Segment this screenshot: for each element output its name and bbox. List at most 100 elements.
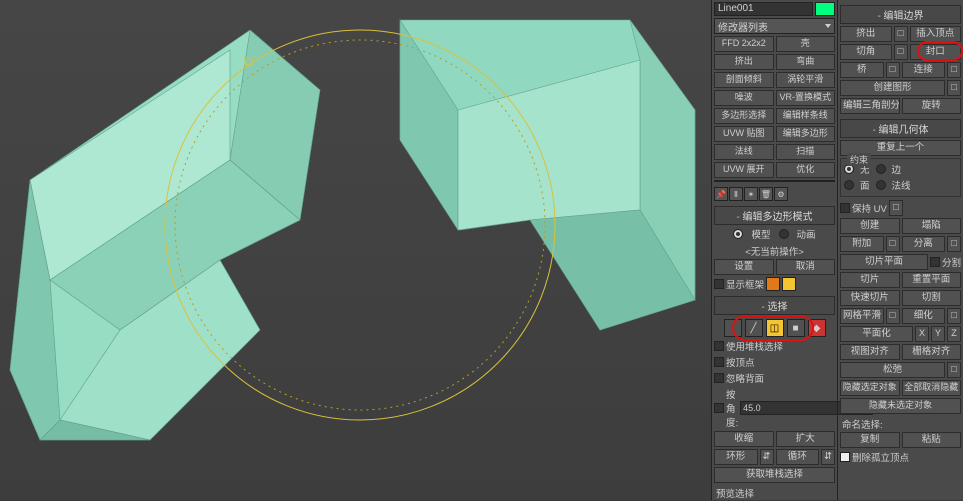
- by-angle-check[interactable]: [714, 403, 724, 413]
- show-end-icon[interactable]: Ⅱ: [729, 187, 743, 201]
- radio-model[interactable]: [733, 229, 743, 239]
- relax-button[interactable]: 松弛: [840, 362, 945, 378]
- mod-btn[interactable]: 法线: [714, 144, 774, 160]
- ignore-backface-check[interactable]: [714, 373, 724, 383]
- mod-btn[interactable]: 弯曲: [776, 54, 836, 70]
- mod-btn[interactable]: UVW 展开: [714, 162, 774, 178]
- mod-btn[interactable]: 涡轮平滑: [776, 72, 836, 88]
- shrink-button[interactable]: 收缩: [714, 431, 774, 447]
- detach-settings[interactable]: □: [947, 236, 961, 252]
- subobj-border[interactable]: ◫: [766, 319, 784, 337]
- mod-btn[interactable]: UVW 贴图: [714, 126, 774, 142]
- view-align-button[interactable]: 视图对齐: [840, 344, 900, 360]
- extrude-button[interactable]: 挤出: [840, 26, 892, 42]
- create-shape-settings[interactable]: □: [947, 80, 961, 96]
- loop-button[interactable]: 循环: [776, 449, 820, 465]
- chamfer-settings[interactable]: □: [894, 44, 908, 60]
- planar-y[interactable]: Y: [931, 326, 945, 342]
- hide-unsel-button[interactable]: 隐藏未选定对象: [840, 398, 961, 414]
- slice-plane-button[interactable]: 切片平面: [840, 254, 928, 270]
- del-iso-check[interactable]: [840, 452, 850, 462]
- mod-btn[interactable]: 优化: [776, 162, 836, 178]
- ring-spinner[interactable]: ⇵: [760, 449, 774, 465]
- detach-button[interactable]: 分离: [902, 236, 946, 252]
- mod-btn[interactable]: 编辑多边形: [776, 126, 836, 142]
- split-check[interactable]: [930, 257, 940, 267]
- rollout-edit-poly-mode[interactable]: 编辑多边形模式: [714, 206, 835, 225]
- connect-button[interactable]: 连接: [902, 62, 946, 78]
- mod-btn[interactable]: VR-置换模式: [776, 90, 836, 106]
- commit-button[interactable]: 设置: [714, 259, 774, 275]
- ring-button[interactable]: 环形: [714, 449, 758, 465]
- preserve-uv-check[interactable]: [840, 203, 850, 213]
- mod-btn[interactable]: 噪波: [714, 90, 774, 106]
- connect-settings[interactable]: □: [947, 62, 961, 78]
- mod-btn[interactable]: 剖面倾斜: [714, 72, 774, 88]
- attach-button[interactable]: 附加: [840, 236, 884, 252]
- create-shape-button[interactable]: 创建图形: [840, 80, 945, 96]
- object-color-swatch[interactable]: [815, 2, 835, 16]
- mod-btn[interactable]: FFD 2x2x2: [714, 36, 774, 52]
- collapse-button[interactable]: 塌陷: [902, 218, 962, 234]
- preserve-uv-settings[interactable]: □: [889, 200, 903, 216]
- attach-list[interactable]: □: [886, 236, 900, 252]
- reset-plane-button[interactable]: 重置平面: [902, 272, 962, 288]
- turn-button[interactable]: 旋转: [902, 98, 962, 114]
- grid-align-button[interactable]: 栅格对齐: [902, 344, 962, 360]
- mod-btn[interactable]: 扫描: [776, 144, 836, 160]
- extrude-settings[interactable]: □: [894, 26, 908, 42]
- rollout-edit-border[interactable]: 编辑边界: [840, 5, 961, 24]
- create-button[interactable]: 创建: [840, 218, 900, 234]
- quickslice-button[interactable]: 快速切片: [840, 290, 900, 306]
- bridge-button[interactable]: 桥: [840, 62, 884, 78]
- copy-button[interactable]: 复制: [840, 432, 900, 448]
- tess-settings[interactable]: □: [947, 308, 961, 324]
- grow-button[interactable]: 扩大: [776, 431, 836, 447]
- msmooth-settings[interactable]: □: [886, 308, 900, 324]
- subobj-poly[interactable]: ■: [787, 319, 805, 337]
- show-cage-checkbox[interactable]: [714, 279, 724, 289]
- modifier-stack[interactable]: ▸ 编辑多边形 ▸ 剖面倾斜 剖面 Gizmo ▪ Line: [714, 180, 835, 182]
- planar-z[interactable]: Z: [947, 326, 961, 342]
- paste-button[interactable]: 粘贴: [902, 432, 962, 448]
- msmooth-button[interactable]: 网格平滑: [840, 308, 884, 324]
- constraint-edge[interactable]: [876, 164, 886, 174]
- config-icon[interactable]: ⚙: [774, 187, 788, 201]
- planarize-button[interactable]: 平面化: [840, 326, 913, 342]
- modifier-list-dropdown[interactable]: 修改器列表: [714, 18, 835, 34]
- planar-x[interactable]: X: [915, 326, 929, 342]
- mod-btn[interactable]: 挤出: [714, 54, 774, 70]
- edit-tri-button[interactable]: 编辑三角剖分: [840, 98, 900, 114]
- by-vertex-check[interactable]: [714, 357, 724, 367]
- mod-btn[interactable]: 壳: [776, 36, 836, 52]
- unique-icon[interactable]: ✶: [744, 187, 758, 201]
- cage-color1[interactable]: [766, 277, 780, 291]
- object-name-field[interactable]: Line001: [714, 2, 813, 16]
- constraint-face[interactable]: [844, 180, 854, 190]
- hide-sel-button[interactable]: 隐藏选定对象: [840, 380, 900, 396]
- remove-mod-icon[interactable]: 🗑: [759, 187, 773, 201]
- rollout-selection[interactable]: 选择: [714, 296, 835, 315]
- cage-color2[interactable]: [782, 277, 796, 291]
- mod-btn[interactable]: 多边形选择: [714, 108, 774, 124]
- subobj-vertex[interactable]: ∙: [724, 319, 742, 337]
- subobj-edge[interactable]: ╱: [745, 319, 763, 337]
- rollout-edit-geom[interactable]: 编辑几何体: [840, 119, 961, 138]
- radio-animate[interactable]: [779, 229, 789, 239]
- loop-spinner[interactable]: ⇵: [821, 449, 835, 465]
- insert-vert-button[interactable]: 插入顶点: [910, 26, 962, 42]
- pin-stack-icon[interactable]: 📌: [714, 187, 728, 201]
- use-stack-sel-check[interactable]: [714, 341, 724, 351]
- mod-btn[interactable]: 编辑样条线: [776, 108, 836, 124]
- cut-button[interactable]: 切割: [902, 290, 962, 306]
- viewport[interactable]: [0, 0, 711, 500]
- subobj-element[interactable]: ◆: [808, 319, 826, 337]
- get-stack-sel-button[interactable]: 获取堆栈选择: [714, 467, 835, 483]
- stack-item-edit-poly[interactable]: ▸ 编辑多边形: [715, 181, 834, 182]
- slice-button[interactable]: 切片: [840, 272, 900, 288]
- bridge-settings[interactable]: □: [886, 62, 900, 78]
- cap-button[interactable]: 封口: [910, 44, 962, 60]
- relax-settings[interactable]: □: [947, 362, 961, 378]
- cancel-button[interactable]: 取消: [776, 259, 836, 275]
- tess-button[interactable]: 细化: [902, 308, 946, 324]
